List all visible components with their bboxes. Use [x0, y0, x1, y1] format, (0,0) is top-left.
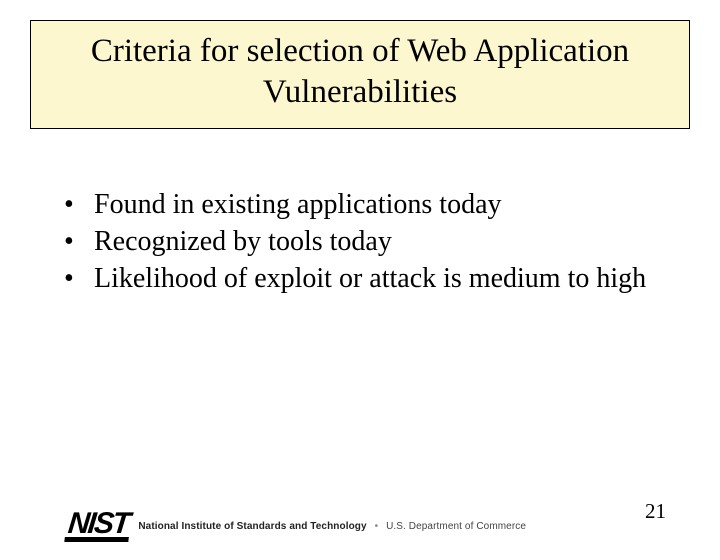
list-item: Recognized by tools today — [62, 224, 658, 259]
footer: NIST National Institute of Standards and… — [66, 510, 526, 542]
org-name: National Institute of Standards and Tech… — [138, 521, 366, 532]
nist-logo: NIST — [64, 510, 132, 542]
bullet-list: Found in existing applications today Rec… — [62, 187, 658, 296]
list-item: Likelihood of exploit or attack is mediu… — [62, 261, 658, 296]
separator-dot: • — [375, 521, 379, 532]
page-number: 21 — [645, 499, 666, 524]
footer-text: National Institute of Standards and Tech… — [138, 521, 526, 532]
slide-title: Criteria for selection of Web Applicatio… — [30, 20, 690, 129]
list-item: Found in existing applications today — [62, 187, 658, 222]
dept-name: U.S. Department of Commerce — [386, 521, 526, 532]
